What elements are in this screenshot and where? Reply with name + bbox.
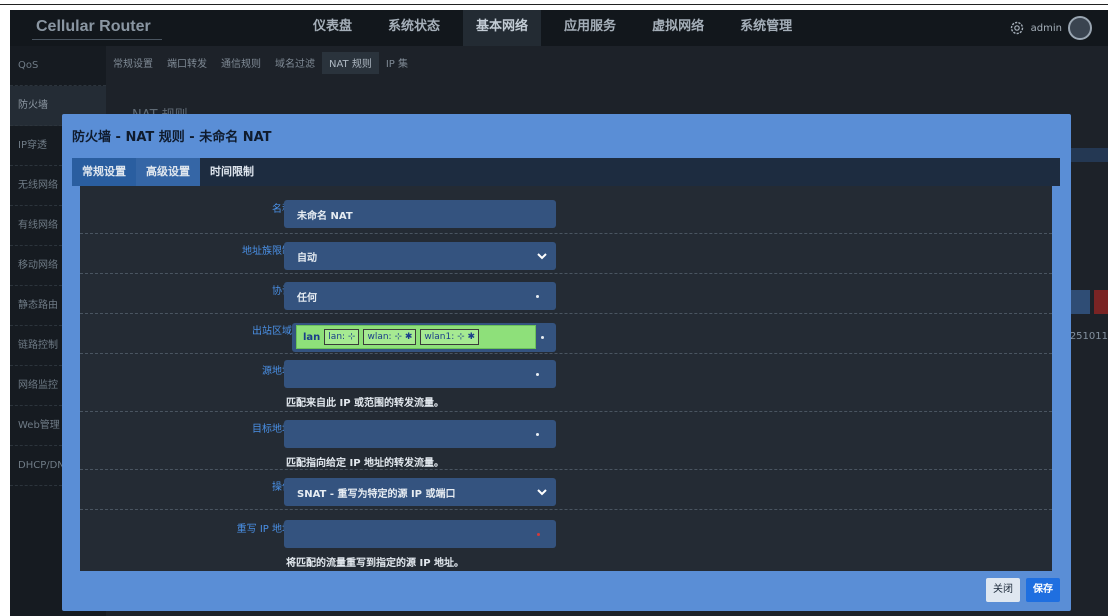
sidebar-item-qos[interactable]: QoS xyxy=(10,46,106,86)
rewrite-ip-select[interactable] xyxy=(284,520,556,548)
family-select[interactable]: 自动 xyxy=(284,242,556,270)
protocol-value: 任何 xyxy=(297,293,317,304)
chevron-down-icon xyxy=(537,253,547,260)
zone-selection: lan lan: ⊹ wlan: ⊹ ✱ wlan1: ⊹ ✱ xyxy=(296,325,536,349)
modal-title: 防火墙 - NAT 规则 - 未命名 NAT xyxy=(72,130,272,145)
main-nav: 仪表盘 系统状态 基本网络 应用服务 虚拟网络 系统管理 xyxy=(300,10,815,46)
action-select[interactable]: SNAT - 重写为特定的源 IP 或端口 xyxy=(284,478,556,506)
nav-basic-network[interactable]: 基本网络 xyxy=(463,10,542,46)
brand-logo: Cellular Router xyxy=(36,18,151,35)
action-value: SNAT - 重写为特定的源 IP 或端口 xyxy=(297,489,456,500)
save-button[interactable]: 保存 xyxy=(1026,578,1060,602)
row-rewrite-ip: 重写 IP 地址 将匹配的流量重写到指定的源 IP 地址。 xyxy=(80,510,1052,571)
zone-tag-wlan: wlan: ⊹ ✱ xyxy=(363,329,417,345)
username-label: admin xyxy=(1030,22,1062,34)
required-dot-icon xyxy=(537,533,540,536)
nav-app-services[interactable]: 应用服务 xyxy=(551,10,629,46)
src-help-text: 匹配来自此 IP 或范围的转发流量。 xyxy=(286,398,445,409)
dest-address-select[interactable] xyxy=(284,420,556,448)
row-outbound-zone: 出站区域 xyxy=(80,314,1052,354)
tab-time-limit[interactable]: 时间限制 xyxy=(200,158,264,186)
row-name: 名称 未命名 NAT xyxy=(80,186,1052,234)
subnav-port-forward[interactable]: 端口转发 xyxy=(160,52,214,74)
subnav-nat-rules[interactable]: NAT 规则 xyxy=(322,52,379,74)
background-highlight xyxy=(1068,148,1108,162)
background-delete-button[interactable] xyxy=(1094,290,1108,314)
zone-label: 出站区域 xyxy=(252,326,292,337)
background-version-text: .251011 xyxy=(1066,331,1108,342)
row-family: 地址族限制 自动 xyxy=(80,234,1052,274)
subnav-general[interactable]: 常规设置 xyxy=(106,52,160,74)
subnav-traffic-rules[interactable]: 通信规则 xyxy=(214,52,268,74)
dropdown-dot-icon xyxy=(536,373,539,376)
nav-dashboard[interactable]: 仪表盘 xyxy=(300,10,365,46)
zone-tag-wlan-label: wlan: xyxy=(367,332,392,342)
name-value: 未命名 NAT xyxy=(297,211,353,222)
top-nav-bar: Cellular Router 仪表盘 系统状态 基本网络 应用服务 虚拟网络 … xyxy=(10,10,1108,46)
dropdown-dot-icon xyxy=(536,295,539,298)
dropdown-dot-icon xyxy=(536,433,539,436)
row-protocol: 协议 任何 xyxy=(80,274,1052,314)
form-panel: 名称 未命名 NAT 地址族限制 自动 协议 任何 出站区域 源地址 匹配来自此… xyxy=(80,186,1052,571)
tab-advanced[interactable]: 高级设置 xyxy=(136,158,200,186)
name-field[interactable]: 未命名 NAT xyxy=(284,200,556,228)
zone-selected-lan: lan xyxy=(303,331,321,343)
protocol-select[interactable]: 任何 xyxy=(284,282,556,310)
row-action: 操作 SNAT - 重写为特定的源 IP 或端口 xyxy=(80,470,1052,510)
brand-underline xyxy=(32,39,162,40)
zone-tag-lan: lan: ⊹ xyxy=(324,329,360,345)
outbound-zone-picker[interactable]: lan lan: ⊹ wlan: ⊹ ✱ wlan1: ⊹ ✱ xyxy=(292,323,556,352)
gear-icon[interactable] xyxy=(1009,20,1025,36)
user-menu[interactable]: admin xyxy=(1009,16,1092,40)
modal-tabs: 常规设置 高级设置 时间限制 xyxy=(72,158,1060,186)
family-value: 自动 xyxy=(297,253,317,264)
subnav-domain-filter[interactable]: 域名过滤 xyxy=(268,52,322,74)
avatar[interactable] xyxy=(1068,16,1092,40)
subnav-ip-sets[interactable]: IP 集 xyxy=(379,52,415,74)
nav-virtual-network[interactable]: 虚拟网络 xyxy=(639,10,717,46)
row-source-address: 源地址 匹配来自此 IP 或范围的转发流量。 xyxy=(80,354,1052,412)
chevron-down-icon xyxy=(537,489,547,496)
dropdown-dot-icon xyxy=(541,336,544,339)
dest-help-text: 匹配指向给定 IP 地址的转发流量。 xyxy=(286,458,445,469)
nav-system-admin[interactable]: 系统管理 xyxy=(727,10,805,46)
nat-rule-modal: 防火墙 - NAT 规则 - 未命名 NAT 常规设置 高级设置 时间限制 名称… xyxy=(62,114,1071,611)
close-button[interactable]: 关闭 xyxy=(986,578,1020,602)
src-address-select[interactable] xyxy=(284,360,556,388)
zone-tag-wlan1: wlan1: ⊹ ✱ xyxy=(420,329,480,345)
row-dest-address: 目标地址 匹配指向给定 IP 地址的转发流量。 xyxy=(80,412,1052,470)
nav-system-status[interactable]: 系统状态 xyxy=(375,10,453,46)
sub-nav: 常规设置 端口转发 通信规则 域名过滤 NAT 规则 IP 集 xyxy=(106,52,415,74)
rewrite-ip-help-text: 将匹配的流量重写到指定的源 IP 地址。 xyxy=(286,558,465,569)
zone-tag-lan-label: lan: xyxy=(328,332,346,342)
top-divider xyxy=(0,4,1108,5)
background-edit-button[interactable] xyxy=(1068,290,1090,314)
tab-general[interactable]: 常规设置 xyxy=(72,158,136,186)
zone-tag-wlan1-label: wlan1: xyxy=(424,332,455,342)
